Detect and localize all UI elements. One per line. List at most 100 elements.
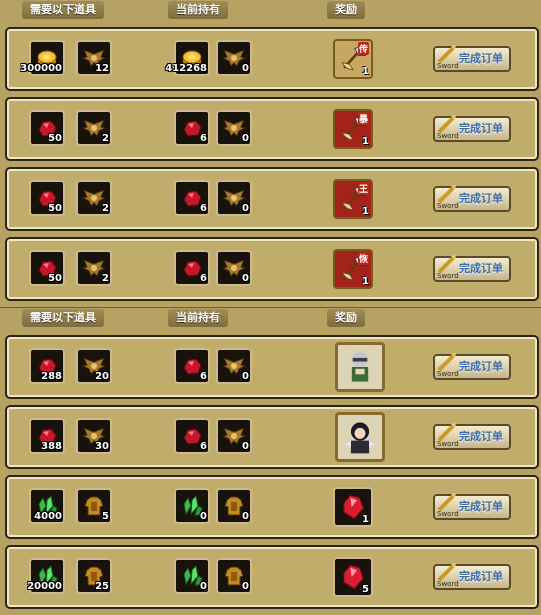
required-item-slot-1[interactable]: 12	[76, 40, 112, 76]
required-item-slot-1[interactable]: 30	[76, 418, 112, 454]
owned-item-slot-1[interactable]: 0	[216, 488, 252, 524]
required-item-count: 30	[95, 441, 109, 452]
owned-item-count: 6	[200, 273, 207, 284]
required-item-count: 2	[102, 203, 109, 214]
required-item-slot-0[interactable]: 50	[29, 180, 65, 216]
owned-item-count: 0	[242, 511, 249, 522]
header-current-holdings: 当前持有	[168, 1, 228, 19]
order-panel: 需要以下道具 当前持有 奖励 288 20 6 0 完成订单 Sword 388 30 6 0 完成订单 S…	[0, 308, 541, 615]
reward-count: 1	[362, 206, 369, 217]
owned-item-slot-1[interactable]: 0	[216, 558, 252, 594]
order-row: 4000 5 0 0 1 完成订单 Sword	[5, 475, 539, 539]
header-reward: 奖励	[327, 1, 365, 19]
complete-order-button[interactable]: 完成订单 Sword	[433, 185, 511, 212]
complete-order-label: 完成订单	[459, 122, 503, 135]
owned-item-slot-0[interactable]: 6	[174, 250, 210, 286]
required-item-slot-0[interactable]: 50	[29, 110, 65, 146]
reward-count: 5	[362, 584, 369, 595]
complete-order-button[interactable]: 完成订单 Sword	[433, 353, 511, 380]
required-item-count: 12	[95, 63, 109, 74]
reward-slot[interactable]: 传1	[333, 39, 373, 79]
reward-count: 1	[362, 276, 369, 287]
owned-item-slot-1[interactable]: 0	[216, 110, 252, 146]
complete-order-button[interactable]: 完成订单 Sword	[433, 45, 511, 72]
complete-order-label: 完成订单	[459, 262, 503, 275]
owned-item-slot-1[interactable]: 0	[216, 40, 252, 76]
button-sublabel: Sword	[437, 202, 459, 210]
button-sublabel: Sword	[437, 580, 459, 588]
required-item-slot-0[interactable]: 4000	[29, 488, 65, 524]
header-required-items: 需要以下道具	[22, 309, 104, 327]
owned-item-count: 0	[242, 63, 249, 74]
required-item-count: 4000	[34, 511, 62, 522]
owned-item-slot-0[interactable]: 6	[174, 180, 210, 216]
complete-order-button[interactable]: 完成订单 Sword	[433, 493, 511, 520]
owned-item-count: 0	[200, 511, 207, 522]
owned-item-count: 412268	[165, 63, 207, 74]
required-item-slot-0[interactable]: 20000	[27, 558, 65, 594]
required-item-slot-0[interactable]: 50	[29, 250, 65, 286]
required-item-slot-0[interactable]: 288	[29, 348, 65, 384]
complete-order-button[interactable]: 完成订单 Sword	[433, 255, 511, 282]
owned-item-slot-0[interactable]: 6	[174, 418, 210, 454]
required-item-count: 2	[102, 273, 109, 284]
owned-item-count: 0	[242, 441, 249, 452]
owned-item-slot-0[interactable]: 6	[174, 348, 210, 384]
button-sublabel: Sword	[437, 62, 459, 70]
owned-item-count: 0	[242, 371, 249, 382]
reward-slot[interactable]	[335, 342, 385, 392]
reward-tag: 暴	[357, 112, 369, 125]
complete-order-label: 完成订单	[459, 52, 503, 65]
complete-order-button[interactable]: 完成订单 Sword	[433, 115, 511, 142]
reward-tag: 王	[357, 182, 369, 195]
owned-item-slot-1[interactable]: 0	[216, 348, 252, 384]
required-item-slot-1[interactable]: 2	[76, 250, 112, 286]
button-sublabel: Sword	[437, 440, 459, 448]
order-row: 50 2 6 0 恢 1 完成订单 Sword	[5, 237, 539, 301]
reward-slot[interactable]	[335, 412, 385, 462]
owned-item-count: 0	[242, 581, 249, 592]
required-item-count: 388	[41, 441, 62, 452]
reward-slot[interactable]: 1	[333, 487, 373, 527]
required-item-slot-1[interactable]: 20	[76, 348, 112, 384]
button-sublabel: Sword	[437, 510, 459, 518]
reward-slot[interactable]: 暴1	[333, 109, 373, 149]
required-item-slot-0[interactable]: 300000	[20, 40, 65, 76]
owned-item-slot-0[interactable]: 412268	[165, 40, 210, 76]
required-item-slot-1[interactable]: 2	[76, 110, 112, 146]
reward-count: 1	[362, 514, 369, 525]
owned-item-count: 0	[200, 581, 207, 592]
reward-slot[interactable]: 5	[333, 557, 373, 597]
order-row: 20000 25 0 0 5 完成订单 Sword	[5, 545, 539, 609]
button-sublabel: Sword	[437, 132, 459, 140]
owned-item-slot-0[interactable]: 6	[174, 110, 210, 146]
required-item-count: 20	[95, 371, 109, 382]
required-item-slot-1[interactable]: 5	[76, 488, 112, 524]
required-item-count: 300000	[20, 63, 62, 74]
required-item-count: 50	[48, 203, 62, 214]
owned-item-count: 6	[200, 441, 207, 452]
reward-slot[interactable]: 恢1	[333, 249, 373, 289]
complete-order-button[interactable]: 完成订单 Sword	[433, 423, 511, 450]
owned-item-slot-0[interactable]: 0	[174, 488, 210, 524]
reward-tag: 恢	[357, 252, 369, 265]
required-item-slot-1[interactable]: 25	[76, 558, 112, 594]
header-reward: 奖励	[327, 309, 365, 327]
required-item-slot-1[interactable]: 2	[76, 180, 112, 216]
button-sublabel: Sword	[437, 370, 459, 378]
column-headers: 需要以下道具 当前持有 奖励	[0, 308, 541, 330]
required-item-slot-0[interactable]: 388	[29, 418, 65, 454]
owned-item-slot-1[interactable]: 0	[216, 418, 252, 454]
button-sublabel: Sword	[437, 272, 459, 280]
owned-item-count: 6	[200, 371, 207, 382]
reward-slot[interactable]: 王1	[333, 179, 373, 219]
required-item-count: 50	[48, 133, 62, 144]
complete-order-button[interactable]: 完成订单 Sword	[433, 563, 511, 590]
order-panel: 需要以下道具 当前持有 奖励 300000 12 412268 0 传 1 完成订单 Sword 50…	[0, 0, 541, 307]
required-item-count: 2	[102, 133, 109, 144]
complete-order-label: 完成订单	[459, 360, 503, 373]
owned-item-slot-1[interactable]: 0	[216, 180, 252, 216]
owned-item-count: 0	[242, 133, 249, 144]
owned-item-slot-1[interactable]: 0	[216, 250, 252, 286]
owned-item-slot-0[interactable]: 0	[174, 558, 210, 594]
